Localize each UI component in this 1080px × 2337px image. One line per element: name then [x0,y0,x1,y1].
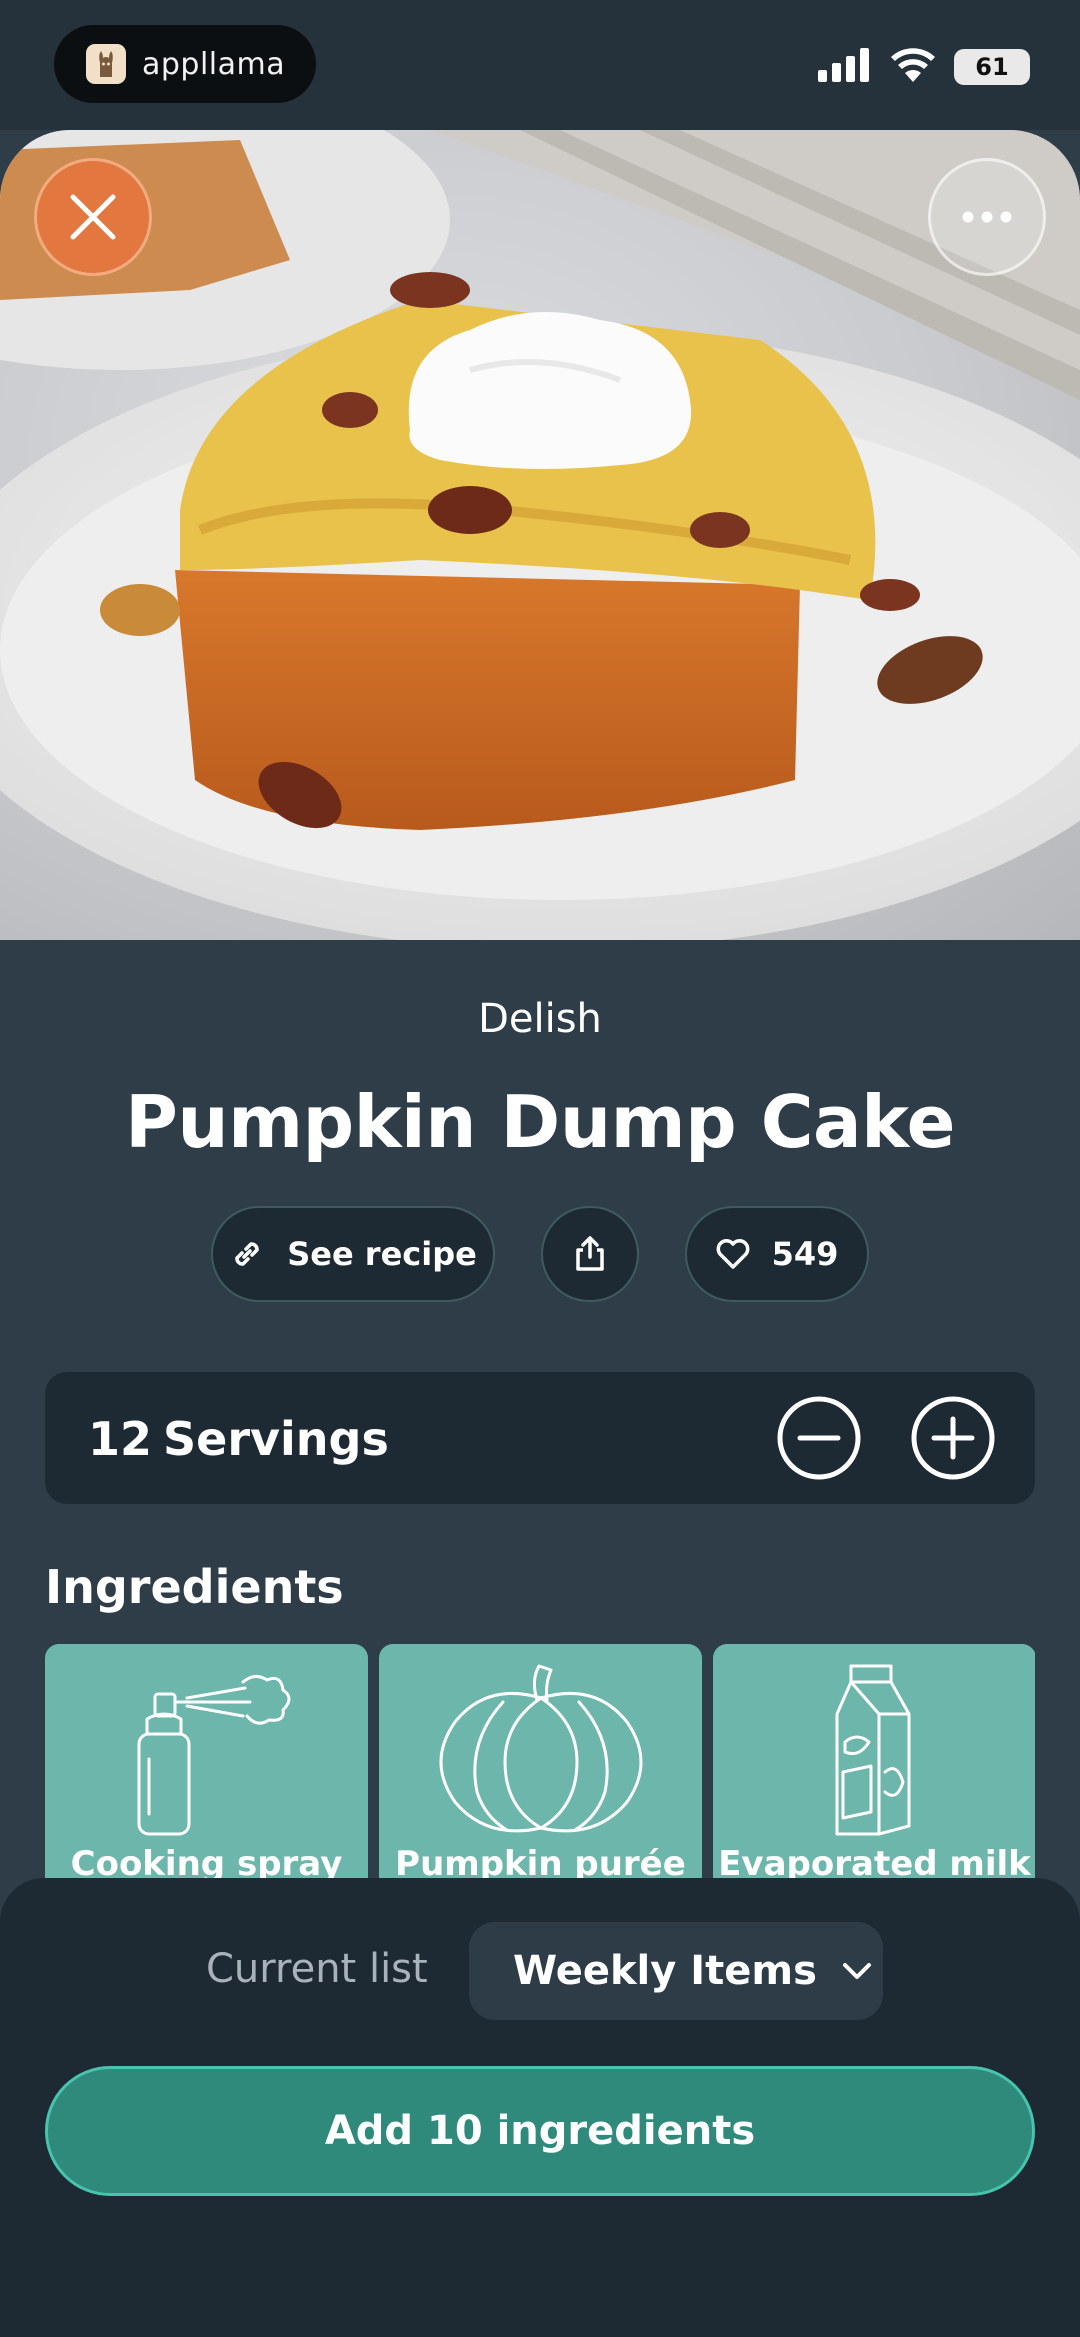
like-button[interactable]: 549 [685,1206,869,1302]
servings-label: Servings [163,1412,389,1466]
ingredient-label: Cooking spray [70,1844,343,1879]
add-ingredients-button[interactable]: Add 10 ingredients [45,2066,1035,2196]
recipe-hero-image [0,130,1080,940]
increase-servings-button[interactable] [910,1395,996,1481]
selected-list: Weekly Items [513,1948,817,1994]
spray-can-icon [137,1675,291,1836]
ingredient-tile[interactable]: Cooking spray [45,1644,368,1879]
app-indicator-badge[interactable]: appllama [54,25,316,103]
servings-control: 12 Servings [45,1372,1035,1504]
close-button[interactable] [34,158,152,276]
recipe-source: Delish [478,996,602,1042]
milk-carton-icon [835,1664,911,1836]
decrease-servings-button[interactable] [776,1395,862,1481]
ingredient-tile[interactable]: Pumpkin purée [379,1644,702,1879]
servings-count: 12 [88,1412,153,1466]
plus-circle-icon [911,1396,995,1480]
more-options-button[interactable] [928,158,1046,276]
see-recipe-label: See recipe [287,1235,477,1273]
heart-icon [716,1239,750,1269]
app-name: appllama [142,46,286,82]
close-icon [70,194,116,240]
like-count: 549 [771,1235,839,1273]
minus-circle-icon [777,1396,861,1480]
llama-logo-icon [86,44,126,84]
pumpkin-icon [439,1664,643,1833]
ingredient-label: Pumpkin purée [395,1844,686,1879]
cellular-signal-icon [818,48,872,86]
chevron-down-icon [842,1963,871,1979]
recipe-title: Pumpkin Dump Cake [125,1080,955,1164]
add-ingredients-label: Add 10 ingredients [324,2108,756,2154]
share-icon [576,1236,604,1271]
ingredient-label: Evaporated milk [718,1844,1031,1879]
ingredients-grid: Cooking spray Pumpkin purée Evaporated m… [45,1644,1035,1879]
ingredients-heading: Ingredients [45,1560,344,1614]
bottom-sheet: Current list Weekly Items Add 10 ingredi… [0,1878,1080,2337]
link-icon [235,1242,259,1266]
share-button[interactable] [541,1206,639,1302]
battery-level: 61 [975,53,1009,81]
battery-indicator: 61 [954,49,1030,85]
status-bar: appllama 61 [0,0,1080,130]
ingredient-tile[interactable]: Evaporated milk [713,1644,1035,1879]
more-dots-icon [962,211,1012,223]
list-selector-dropdown[interactable]: Weekly Items [469,1922,883,2020]
see-recipe-button[interactable]: See recipe [211,1206,495,1302]
current-list-label: Current list [206,1946,428,1992]
wifi-icon [890,48,936,86]
